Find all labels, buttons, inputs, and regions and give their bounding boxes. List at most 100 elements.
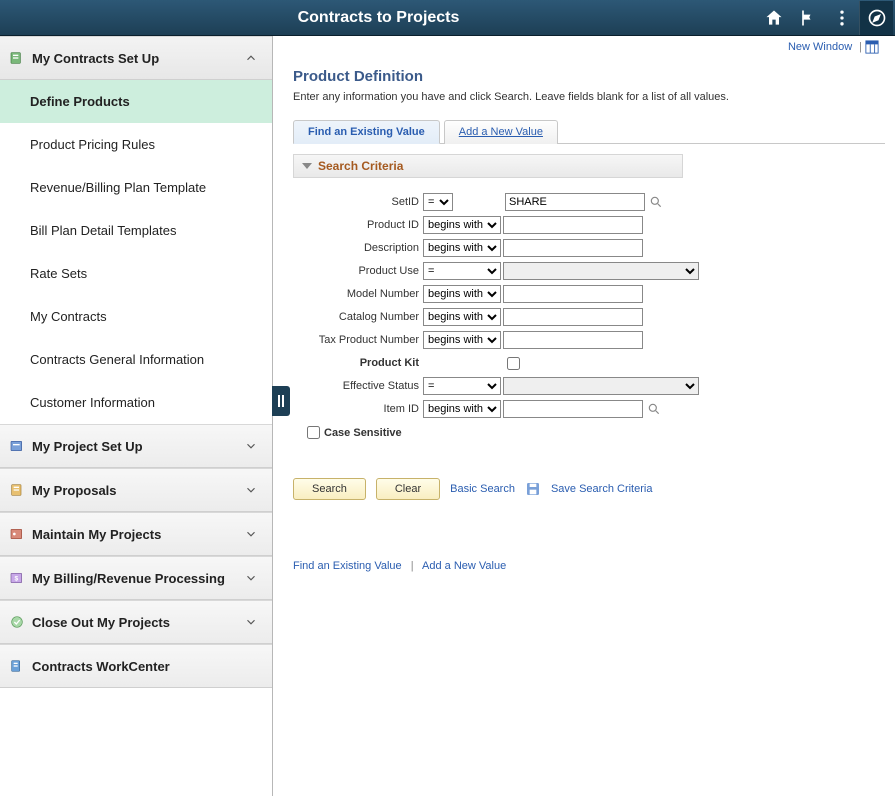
nav-section-label: My Proposals (32, 483, 117, 498)
criteria-row-catalog-number: Catalog Number begins with (293, 307, 885, 327)
tax-product-number-op[interactable]: begins with (423, 331, 501, 349)
new-window-link[interactable]: New Window (784, 41, 856, 53)
nav-item-bill-plan-templates[interactable]: Bill Plan Detail Templates (0, 209, 272, 252)
nav-section-maintain-projects[interactable]: Maintain My Projects (0, 512, 272, 556)
nav-item-define-products[interactable]: Define Products (0, 80, 272, 123)
effective-status-label: Effective Status (293, 380, 423, 392)
nav-section-close-out[interactable]: Close Out My Projects (0, 600, 272, 644)
chevron-down-icon (244, 615, 258, 629)
project-setup-icon (8, 437, 26, 455)
effective-status-input[interactable] (503, 377, 699, 395)
product-kit-checkbox[interactable] (507, 357, 520, 370)
model-number-input[interactable] (503, 285, 643, 303)
actions: Search Clear Basic Search Save Search Cr… (293, 478, 885, 500)
billing-revenue-icon: $ (8, 569, 26, 587)
chevron-down-icon (244, 483, 258, 497)
bottom-links: Find an Existing Value | Add a New Value (293, 560, 885, 572)
tabs: Find an Existing Value Add a New Value (293, 119, 885, 144)
criteria-row-product-id: Product ID begins with (293, 215, 885, 235)
model-number-label: Model Number (293, 288, 423, 300)
nav-section-label: My Project Set Up (32, 439, 143, 454)
nav-section-contracts-setup[interactable]: My Contracts Set Up (0, 36, 272, 80)
product-id-label: Product ID (293, 219, 423, 231)
effective-status-op[interactable]: = (423, 377, 501, 395)
product-id-input[interactable] (503, 216, 643, 234)
home-icon[interactable] (757, 1, 791, 35)
criteria-row-product-kit: Product Kit (293, 353, 885, 373)
nav-section-billing-revenue[interactable]: $ My Billing/Revenue Processing (0, 556, 272, 600)
description-input[interactable] (503, 239, 643, 257)
nav-item-customer-info[interactable]: Customer Information (0, 381, 272, 424)
nav-item-my-contracts[interactable]: My Contracts (0, 295, 272, 338)
case-sensitive-checkbox[interactable] (307, 426, 320, 439)
catalog-number-input[interactable] (503, 308, 643, 326)
nav-item-rev-billing-template[interactable]: Revenue/Billing Plan Template (0, 166, 272, 209)
tax-product-number-label: Tax Product Number (293, 334, 423, 346)
main-content: New Window | Product Definition Enter an… (273, 36, 895, 796)
bottom-add-link[interactable]: Add a New Value (422, 560, 506, 572)
search-button[interactable]: Search (293, 478, 366, 500)
collapse-triangle-icon (302, 163, 312, 169)
product-id-op[interactable]: begins with (423, 216, 501, 234)
more-icon[interactable] (825, 1, 859, 35)
criteria-row-setid: SetID = (293, 192, 885, 212)
nav-section-workcenter[interactable]: Contracts WorkCenter (0, 644, 272, 688)
basic-search-link[interactable]: Basic Search (450, 483, 515, 495)
close-out-icon (8, 613, 26, 631)
maintain-projects-icon (8, 525, 26, 543)
bottom-find-link[interactable]: Find an Existing Value (293, 560, 402, 572)
description-op[interactable]: begins with (423, 239, 501, 257)
contracts-setup-icon (8, 49, 26, 67)
chevron-down-icon (244, 527, 258, 541)
setid-op[interactable]: = (423, 193, 453, 211)
header-icons (757, 1, 895, 35)
product-use-input[interactable] (503, 262, 699, 280)
nav-section-label: Maintain My Projects (32, 527, 161, 542)
tab-find-existing[interactable]: Find an Existing Value (293, 120, 440, 144)
nav-section-label: My Billing/Revenue Processing (32, 571, 225, 586)
contracts-setup-items: Define Products Product Pricing Rules Re… (0, 80, 272, 424)
criteria-row-item-id: Item ID begins with (293, 399, 885, 419)
nav-section-label: Close Out My Projects (32, 615, 170, 630)
nav-section-project-setup[interactable]: My Project Set Up (0, 424, 272, 468)
nav-compass-icon[interactable] (859, 1, 893, 35)
setid-lookup-icon[interactable] (649, 194, 665, 210)
chevron-down-icon (244, 571, 258, 585)
proposals-icon (8, 481, 26, 499)
tax-product-number-input[interactable] (503, 331, 643, 349)
sidebar: My Contracts Set Up Define Products Prod… (0, 36, 273, 796)
separator: | (856, 41, 865, 53)
product-use-label: Product Use (293, 265, 423, 277)
nav-item-rate-sets[interactable]: Rate Sets (0, 252, 272, 295)
save-criteria-icon[interactable] (525, 481, 541, 497)
app-header: Contracts to Projects (0, 0, 895, 36)
model-number-op[interactable]: begins with (423, 285, 501, 303)
chevron-up-icon (244, 51, 258, 65)
criteria-row-tax-product-number: Tax Product Number begins with (293, 330, 885, 350)
save-criteria-link[interactable]: Save Search Criteria (551, 483, 653, 495)
criteria-row-product-use: Product Use = (293, 261, 885, 281)
criteria-row-effective-status: Effective Status = (293, 376, 885, 396)
workcenter-icon (8, 657, 26, 675)
item-id-input[interactable] (503, 400, 643, 418)
description-label: Description (293, 242, 423, 254)
nav-item-pricing-rules[interactable]: Product Pricing Rules (0, 123, 272, 166)
criteria-row-description: Description begins with (293, 238, 885, 258)
flag-icon[interactable] (791, 1, 825, 35)
item-id-lookup-icon[interactable] (647, 401, 663, 417)
tab-add-new[interactable]: Add a New Value (444, 120, 558, 144)
product-kit-label: Product Kit (293, 357, 423, 369)
nav-item-contracts-general-info[interactable]: Contracts General Information (0, 338, 272, 381)
setid-input[interactable] (505, 193, 645, 211)
item-id-op[interactable]: begins with (423, 400, 501, 418)
svg-text:$: $ (14, 576, 18, 583)
search-criteria-header[interactable]: Search Criteria (293, 154, 683, 178)
search-criteria: SetID = Product ID begins with Descripti… (293, 192, 885, 442)
nav-section-proposals[interactable]: My Proposals (0, 468, 272, 512)
product-use-op[interactable]: = (423, 262, 501, 280)
clear-button[interactable]: Clear (376, 478, 440, 500)
personalize-icon[interactable] (865, 40, 879, 54)
catalog-number-op[interactable]: begins with (423, 308, 501, 326)
chevron-down-icon (244, 439, 258, 453)
header-title: Contracts to Projects (0, 9, 757, 27)
